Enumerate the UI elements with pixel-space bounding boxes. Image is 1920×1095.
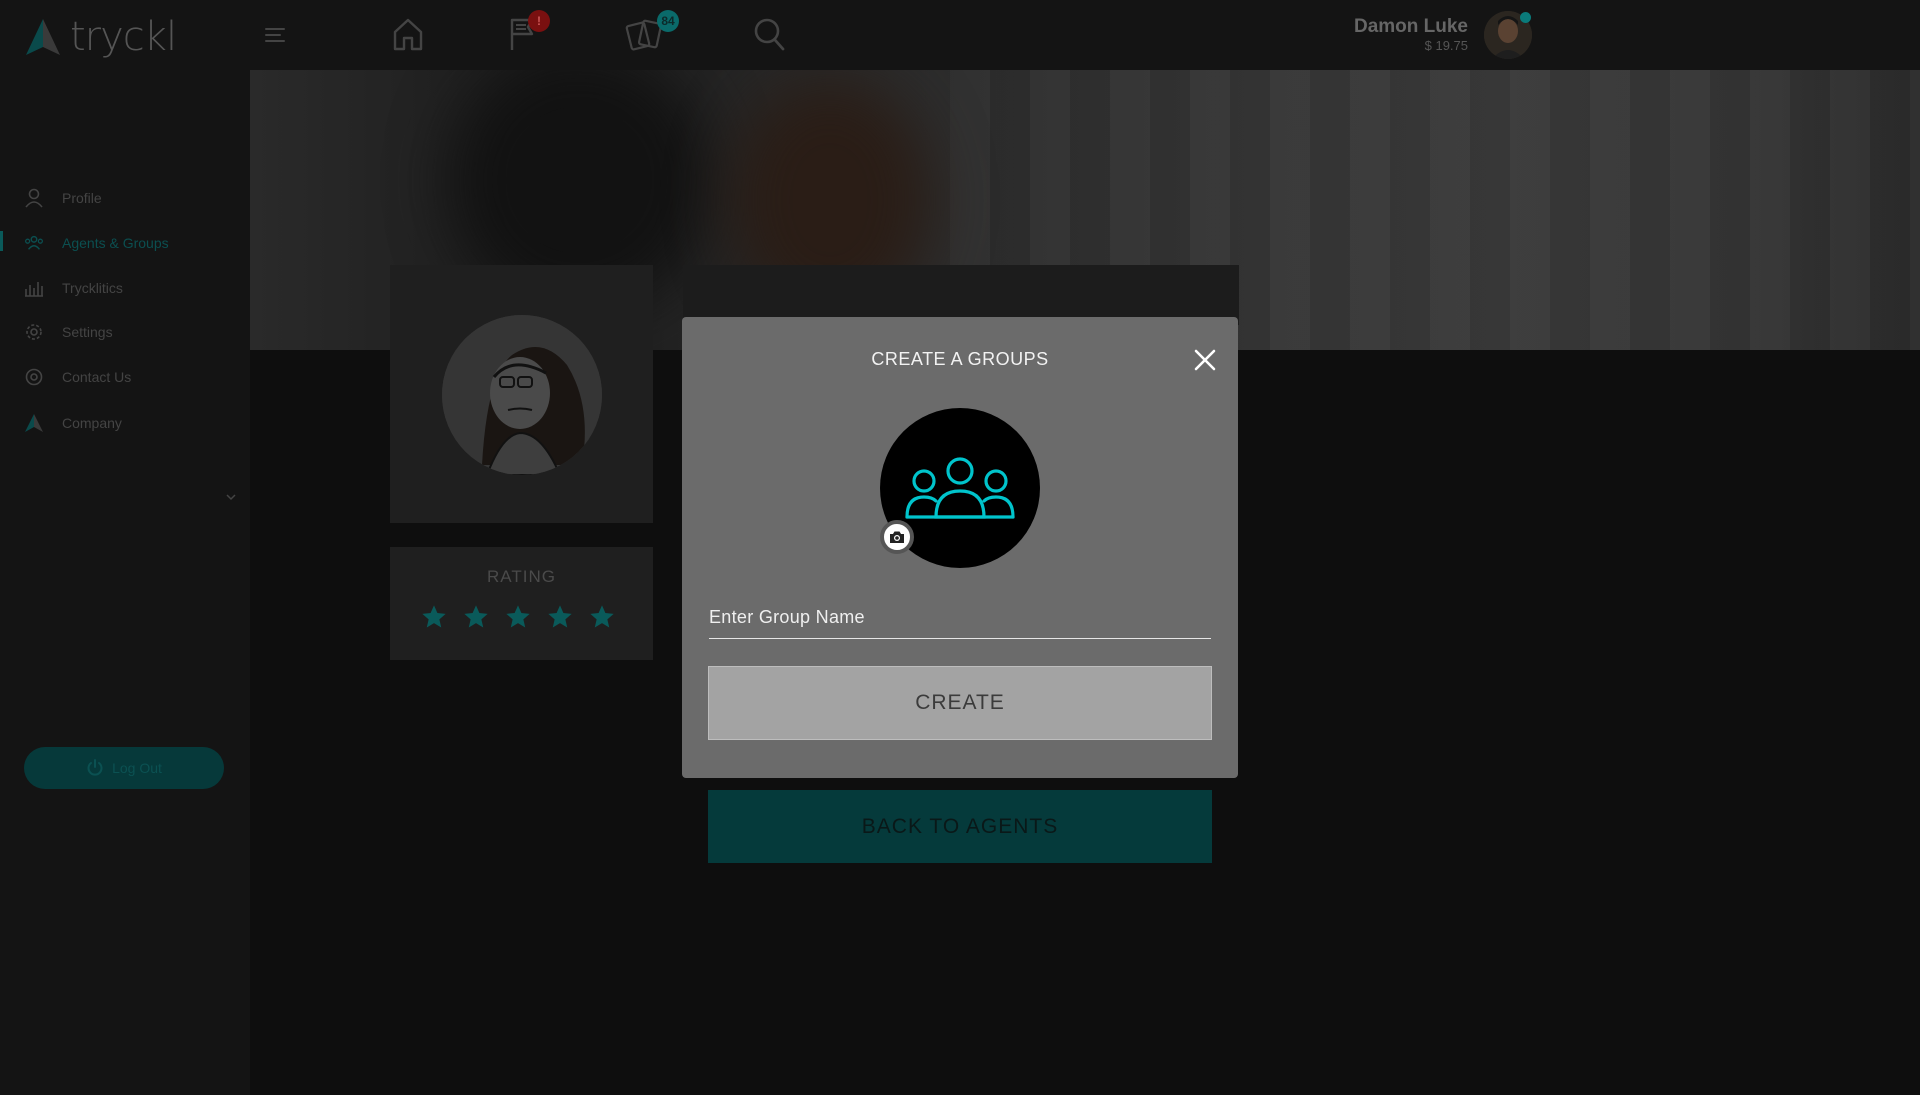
sidebar-item-company[interactable]: Company xyxy=(24,413,122,433)
sidebar-item-agents-groups[interactable]: Agents & Groups xyxy=(24,233,169,253)
logo-icon xyxy=(26,19,60,55)
rating-card: RATING xyxy=(390,547,653,660)
notifications-badge: ! xyxy=(528,10,550,32)
online-status-dot xyxy=(1520,12,1531,23)
back-to-agents-button[interactable]: BACK TO AGENTS xyxy=(708,790,1212,863)
groups-icon xyxy=(905,457,1015,519)
create-group-modal: CREATE A GROUPS CREATE xyxy=(682,317,1238,778)
star-icon xyxy=(464,605,488,628)
logout-button[interactable]: Log Out xyxy=(24,747,224,789)
sidebar-item-contact-us[interactable]: Contact Us xyxy=(24,367,131,387)
search-icon[interactable] xyxy=(752,16,786,57)
active-indicator xyxy=(0,231,3,251)
agent-avatar[interactable] xyxy=(442,315,602,475)
star-icon xyxy=(422,605,446,628)
sidebar-item-label: Company xyxy=(62,415,122,431)
sidebar-item-settings[interactable]: Settings xyxy=(24,322,113,342)
sidebar-item-label: Contact Us xyxy=(62,369,132,385)
agent-info-card xyxy=(683,265,1239,325)
flag-icon[interactable]: ! xyxy=(508,10,550,57)
sidebar-item-trycklitics[interactable]: Trycklitics xyxy=(24,278,123,298)
sidebar-item-label: Trycklitics xyxy=(62,280,123,296)
sidebar: Profile Agents & Groups Trycklitics Sett… xyxy=(0,70,250,1095)
logo[interactable]: tryckl xyxy=(24,14,177,60)
create-group-button[interactable]: CREATE xyxy=(708,666,1212,740)
sidebar-item-label: Agents & Groups xyxy=(62,235,169,251)
sidebar-item-label: Settings xyxy=(62,324,113,340)
power-icon xyxy=(87,759,103,776)
group-name-input[interactable] xyxy=(709,597,1211,639)
groups-icon xyxy=(24,233,44,253)
camera-icon xyxy=(890,531,904,543)
top-bar: tryckl ! 84 Damon Luke $ 19.75 xyxy=(0,0,1920,70)
logout-label: Log Out xyxy=(112,760,162,776)
sidebar-item-label: Profile xyxy=(62,190,102,206)
user-name[interactable]: Damon Luke xyxy=(1354,16,1468,38)
user-balance: $ 19.75 xyxy=(1424,38,1468,53)
star-icon xyxy=(548,605,572,628)
rating-stars xyxy=(420,603,616,631)
logo-text: tryckl xyxy=(70,14,177,60)
sidebar-item-profile[interactable]: Profile xyxy=(24,188,102,208)
home-icon[interactable] xyxy=(392,16,424,57)
upload-photo-button[interactable] xyxy=(880,520,914,554)
rating-title: RATING xyxy=(487,567,556,586)
user-icon xyxy=(24,188,44,208)
star-icon xyxy=(590,605,614,628)
star-icon xyxy=(506,605,530,628)
support-icon xyxy=(24,367,44,387)
company-icon xyxy=(24,413,44,433)
cards-badge: 84 xyxy=(657,10,679,32)
cards-icon[interactable]: 84 xyxy=(625,10,679,57)
chart-icon xyxy=(24,278,44,298)
gear-icon xyxy=(24,322,44,342)
close-icon[interactable] xyxy=(1192,347,1218,373)
chevron-down-icon[interactable] xyxy=(226,488,236,506)
agent-avatar-card xyxy=(390,265,653,523)
menu-icon[interactable] xyxy=(264,26,286,49)
modal-title: CREATE A GROUPS xyxy=(871,349,1049,369)
